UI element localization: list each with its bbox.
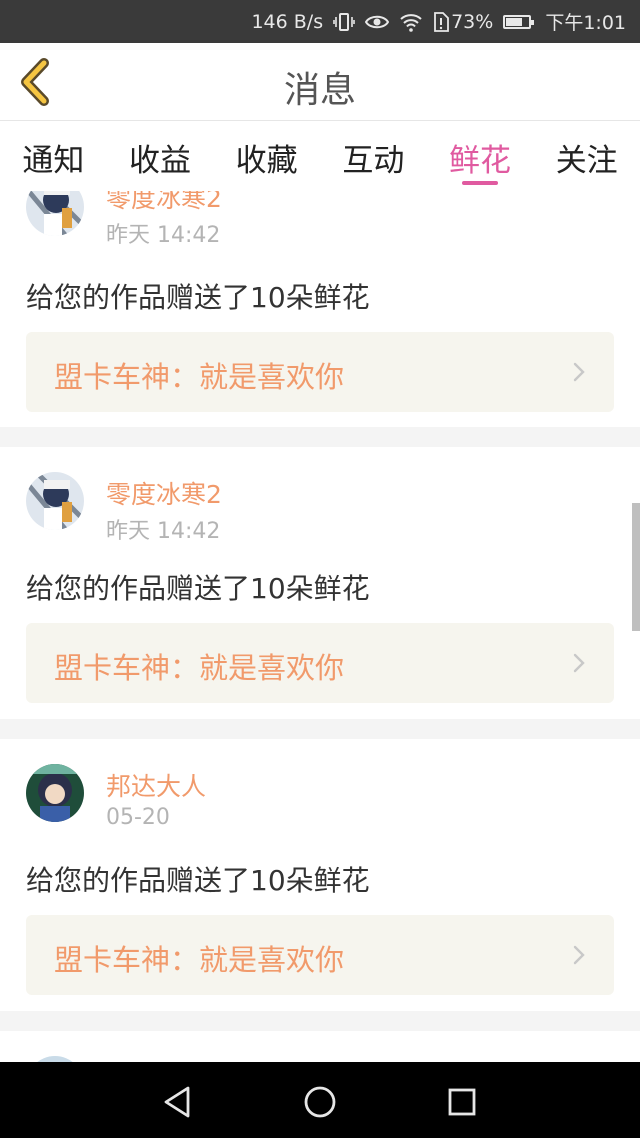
list-item[interactable]: 邦达大人 05-20 给您的作品赠送了10朵鲜花 盟卡车神：就是喜欢你 bbox=[0, 739, 640, 1011]
status-bar: 146 B/s 73% 下午1:01 bbox=[0, 0, 640, 43]
message-text: 给您的作品赠送了10朵鲜花 bbox=[26, 864, 370, 897]
home-circle-icon[interactable] bbox=[300, 1082, 340, 1122]
timestamp: 昨天 14:42 bbox=[106, 519, 221, 544]
message-list[interactable]: 零度冰寒2 昨天 14:42 给您的作品赠送了10朵鲜花 盟卡车神：就是喜欢你 … bbox=[0, 191, 640, 1062]
system-nav-bar bbox=[0, 1062, 640, 1138]
tab-flowers[interactable]: 鲜花 bbox=[427, 121, 534, 191]
sim-alert-icon bbox=[433, 11, 449, 32]
vibrate-icon bbox=[333, 12, 355, 32]
tab-notifications[interactable]: 通知 bbox=[0, 121, 107, 191]
timestamp: 05-20 bbox=[106, 805, 170, 830]
scrollbar[interactable] bbox=[632, 503, 640, 631]
avatar[interactable] bbox=[26, 191, 84, 236]
battery-icon bbox=[503, 14, 535, 29]
username[interactable]: 零度冰寒2 bbox=[106, 475, 222, 511]
chevron-right-icon bbox=[572, 651, 586, 675]
avatar[interactable] bbox=[26, 472, 84, 530]
message-text: 给您的作品赠送了10朵鲜花 bbox=[26, 281, 370, 314]
username[interactable]: 邦达大人 bbox=[106, 767, 206, 803]
tab-favorites[interactable]: 收藏 bbox=[213, 121, 320, 191]
back-triangle-icon[interactable] bbox=[158, 1082, 198, 1122]
tab-interactions[interactable]: 互动 bbox=[320, 121, 427, 191]
list-item[interactable]: 零度冰寒2 昨天 14:42 给您的作品赠送了10朵鲜花 盟卡车神：就是喜欢你 bbox=[0, 191, 640, 427]
wifi-icon bbox=[399, 12, 423, 32]
timestamp: 昨天 14:42 bbox=[106, 223, 221, 248]
work-title: 盟卡车神：就是喜欢你 bbox=[54, 360, 345, 394]
work-link[interactable]: 盟卡车神：就是喜欢你 bbox=[26, 915, 614, 995]
chevron-right-icon bbox=[572, 360, 586, 384]
app-header: 消息 bbox=[0, 43, 640, 121]
list-item[interactable] bbox=[0, 1031, 640, 1062]
tab-earnings[interactable]: 收益 bbox=[107, 121, 214, 191]
list-item[interactable]: 零度冰寒2 昨天 14:42 给您的作品赠送了10朵鲜花 盟卡车神：就是喜欢你 bbox=[0, 447, 640, 719]
work-link[interactable]: 盟卡车神：就是喜欢你 bbox=[26, 623, 614, 703]
battery-percent: 73% bbox=[451, 10, 494, 33]
work-title: 盟卡车神：就是喜欢你 bbox=[54, 651, 345, 685]
message-text: 给您的作品赠送了10朵鲜花 bbox=[26, 572, 370, 605]
chevron-right-icon bbox=[572, 943, 586, 967]
username[interactable]: 零度冰寒2 bbox=[106, 191, 222, 215]
network-speed: 146 B/s bbox=[251, 10, 324, 33]
clock: 下午1:01 bbox=[545, 12, 626, 34]
avatar[interactable] bbox=[26, 764, 84, 822]
battery-level bbox=[506, 17, 523, 26]
tab-bar: 通知 收益 收藏 互动 鲜花 关注 bbox=[0, 121, 640, 191]
work-title: 盟卡车神：就是喜欢你 bbox=[54, 943, 345, 977]
recents-square-icon[interactable] bbox=[442, 1082, 482, 1122]
page-title: 消息 bbox=[283, 70, 356, 111]
tab-follows[interactable]: 关注 bbox=[533, 121, 640, 191]
eye-icon bbox=[365, 13, 390, 31]
work-link[interactable]: 盟卡车神：就是喜欢你 bbox=[26, 332, 614, 412]
